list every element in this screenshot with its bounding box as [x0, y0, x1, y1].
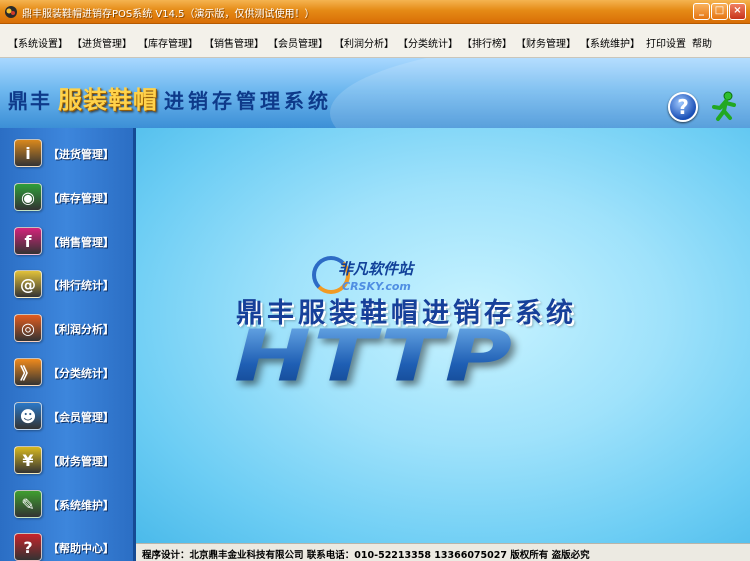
app-brand: 鼎丰 服装鞋帽 进销存管理系统: [8, 80, 332, 115]
sidebar-item-label: 【排行统计】: [48, 279, 114, 292]
menu-purchase[interactable]: 【进货管理】: [72, 35, 132, 50]
facebook-icon: f: [14, 227, 42, 255]
menu-maintenance[interactable]: 【系统维护】: [580, 35, 640, 50]
maximize-button[interactable]: □: [711, 3, 728, 20]
rss-icon: 》: [14, 358, 42, 386]
menu-profit[interactable]: 【利润分析】: [334, 35, 394, 50]
menu-system-settings[interactable]: 【系统设置】: [8, 35, 68, 50]
pencil-icon: ✎: [14, 490, 42, 518]
window-title: 鼎丰服装鞋帽进销存POS系统 V14.5（演示版，仅供测试使用！）: [22, 9, 315, 20]
sidebar-item-label: 【财务管理】: [48, 455, 114, 468]
at-sign-icon: @: [14, 270, 42, 298]
sidebar-item-label: 【利润分析】: [48, 323, 114, 336]
brand-highlight: 服装鞋帽: [58, 85, 158, 114]
sidebar-item-label: 【销售管理】: [48, 236, 114, 249]
splash-title: 鼎丰服装鞋帽进销存系统: [236, 298, 577, 329]
menu-members[interactable]: 【会员管理】: [268, 35, 328, 50]
minimize-button[interactable]: _: [693, 3, 710, 20]
info-icon: i: [14, 139, 42, 167]
sidebar-item-inventory[interactable]: ◉ 【库存管理】: [14, 180, 134, 214]
sidebar-item-label: 【系统维护】: [48, 499, 114, 512]
brand-prefix: 鼎丰: [8, 89, 52, 113]
menu-help[interactable]: 帮助: [692, 35, 712, 50]
menu-sales[interactable]: 【销售管理】: [204, 35, 264, 50]
sidebar-item-help-center[interactable]: ? 【帮助中心】: [14, 530, 134, 561]
help-book-icon: ?: [14, 533, 42, 561]
sidebar-item-label: 【进货管理】: [48, 148, 114, 161]
menu-finance[interactable]: 【财务管理】: [516, 35, 576, 50]
help-button[interactable]: ?: [668, 92, 698, 122]
title-bar: 鼎丰服装鞋帽进销存POS系统 V14.5（演示版，仅供测试使用！） _ □ ×: [0, 0, 750, 24]
menu-bar: 【系统设置】 【进货管理】 【库存管理】 【销售管理】 【会员管理】 【利润分析…: [0, 24, 750, 58]
sidebar-item-label: 【帮助中心】: [48, 542, 114, 555]
status-text: 程序设计：北京鼎丰金业科技有限公司 联系电话：010-52213358 1336…: [142, 550, 590, 561]
sidebar-item-sales[interactable]: f 【销售管理】: [14, 224, 134, 258]
menu-inventory[interactable]: 【库存管理】: [138, 35, 198, 50]
header-banner: 鼎丰 服装鞋帽 进销存管理系统 ?: [0, 58, 750, 128]
close-button[interactable]: ×: [729, 3, 746, 20]
sidebar-item-finance[interactable]: ¥ 【财务管理】: [14, 443, 134, 477]
menu-category-stats[interactable]: 【分类统计】: [398, 35, 458, 50]
sidebar-item-purchase[interactable]: i 【进货管理】: [14, 136, 134, 170]
app-icon: [5, 6, 17, 18]
sidebar-item-members[interactable]: ☻ 【会员管理】: [14, 399, 134, 433]
chat-bubble-icon: ◉: [14, 183, 42, 211]
sidebar-item-ranking[interactable]: @ 【排行统计】: [14, 267, 134, 301]
sidebar-item-category-stats[interactable]: 》 【分类统计】: [14, 355, 134, 389]
sidebar-item-profit[interactable]: ◎ 【利润分析】: [14, 311, 134, 345]
status-bar: 程序设计：北京鼎丰金业科技有限公司 联系电话：010-52213358 1336…: [136, 543, 750, 561]
sidebar-item-label: 【分类统计】: [48, 367, 114, 380]
yen-icon: ¥: [14, 446, 42, 474]
brand-suffix: 进销存管理系统: [164, 89, 332, 113]
main-splash: 非凡软件站 CRSKY.com HTTP 鼎丰服装鞋帽进销存系统: [136, 128, 750, 543]
menu-ranking[interactable]: 【排行榜】: [462, 35, 512, 50]
target-icon: ◎: [14, 314, 42, 342]
watermark-name: 非凡软件站: [338, 260, 414, 278]
sidebar-item-label: 【会员管理】: [48, 411, 114, 424]
sidebar: i 【进货管理】 ◉ 【库存管理】 f 【销售管理】 @ 【排行统计】 ◎ 【利…: [0, 128, 136, 561]
exit-running-man-icon[interactable]: [708, 90, 740, 122]
users-icon: ☻: [14, 402, 42, 430]
menu-print-settings[interactable]: 打印设置: [646, 35, 686, 50]
sidebar-item-label: 【库存管理】: [48, 192, 114, 205]
sidebar-item-maintenance[interactable]: ✎ 【系统维护】: [14, 487, 134, 521]
